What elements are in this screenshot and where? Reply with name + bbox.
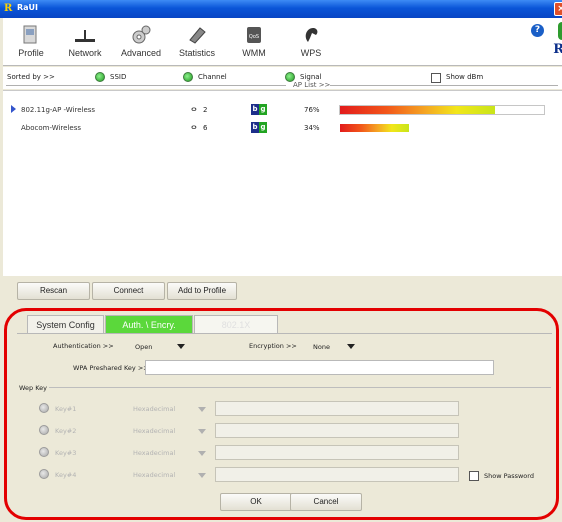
toolbar-advanced[interactable]: Advanced	[113, 24, 169, 58]
authentication-dropdown-icon[interactable]	[177, 344, 185, 349]
toolbar-wmm[interactable]: QoS WMM	[226, 24, 282, 58]
tab-auth-encry[interactable]: Auth. \ Encry.	[105, 315, 193, 333]
window-title: RaUI	[17, 3, 39, 12]
key4-radio[interactable]	[39, 469, 49, 479]
ok-button[interactable]: OK	[220, 493, 292, 511]
profile-config-area: System Config Auth. \ Encry. 802.1X Auth…	[3, 301, 562, 522]
toolbar: Profile Network Advanced Statistics QoS …	[3, 18, 562, 66]
key1-format-dropdown-icon[interactable]	[198, 407, 206, 412]
mode-g-badge: g	[259, 104, 267, 115]
mode-g-badge: g	[259, 122, 267, 133]
sort-ssid-label: SSID	[110, 73, 127, 81]
sort-channel-radio[interactable]	[183, 72, 193, 82]
sorted-by-label: Sorted by >>	[7, 73, 55, 81]
key4-format-dropdown-icon[interactable]	[198, 473, 206, 478]
toolbar-statistics[interactable]: Statistics	[169, 24, 225, 58]
wep-key-title: Wep Key	[19, 384, 48, 392]
key1-input[interactable]	[215, 401, 459, 416]
key3-radio[interactable]	[39, 447, 49, 457]
close-button[interactable]: ×	[554, 2, 562, 16]
key3-input[interactable]	[215, 445, 459, 460]
channel-icon: ⴰ	[191, 104, 197, 114]
rescan-button[interactable]: Rescan	[17, 282, 90, 300]
ralink-logo-mark	[558, 22, 562, 40]
key4-format-select[interactable]: Hexadecimal	[133, 471, 175, 479]
encryption-dropdown-icon[interactable]	[347, 344, 355, 349]
signal-bar-fill	[340, 106, 496, 114]
ap-list-divider-right	[330, 85, 558, 86]
wep-key-divider	[49, 387, 551, 388]
statistics-icon	[189, 27, 206, 44]
key2-input[interactable]	[215, 423, 459, 438]
raui-window: R RaUI × Profile Network Advanced Statis…	[0, 0, 562, 522]
profile-icon	[23, 25, 37, 44]
selected-arrow-icon	[11, 105, 16, 113]
key3-label: Key#3	[55, 449, 77, 457]
signal-bar	[339, 105, 545, 115]
wpa-psk-input[interactable]	[145, 360, 494, 375]
key4-label: Key#4	[55, 471, 77, 479]
encryption-select[interactable]: None	[313, 343, 330, 351]
app-logo-icon: R	[4, 3, 13, 14]
ap-list-item[interactable]: Abocom-Wireless ⴰ 6 b g 34%	[11, 121, 551, 135]
toolbar-wps[interactable]: WPS	[283, 24, 339, 58]
show-dbm-checkbox[interactable]	[431, 73, 441, 83]
advanced-icon	[132, 25, 151, 44]
authentication-select[interactable]: Open	[135, 343, 152, 351]
wps-icon	[305, 28, 318, 42]
key3-format-dropdown-icon[interactable]	[198, 451, 206, 456]
ap-list-title: AP List >>	[293, 81, 331, 89]
channel-icon: ⴰ	[191, 122, 197, 132]
wmm-icon: QoS	[247, 27, 261, 43]
toolbar-network[interactable]: Network	[57, 24, 113, 58]
network-icon	[75, 30, 95, 42]
ralink-logo: R	[553, 42, 562, 57]
help-icon[interactable]: ?	[531, 24, 544, 37]
title-bar: R RaUI ×	[0, 0, 562, 18]
key1-label: Key#1	[55, 405, 77, 413]
key2-radio[interactable]	[39, 425, 49, 435]
tab-system-config[interactable]: System Config	[27, 315, 104, 333]
ap-list-divider-left	[6, 85, 286, 86]
auth-encry-panel: Authentication >> Open Encryption >> Non…	[17, 333, 552, 515]
signal-bar-fill	[340, 124, 410, 132]
svg-text:QoS: QoS	[249, 34, 259, 40]
signal-bar	[339, 123, 545, 133]
cancel-button[interactable]: Cancel	[290, 493, 362, 511]
sort-ssid-radio[interactable]	[95, 72, 105, 82]
show-dbm-label: Show dBm	[446, 73, 484, 81]
ap-list-item[interactable]: 802.11g-AP -Wireless ⴰ 2 b g 76%	[11, 103, 551, 117]
key2-format-select[interactable]: Hexadecimal	[133, 427, 175, 435]
encryption-label: Encryption >>	[249, 342, 297, 350]
sort-signal-label: Signal	[300, 73, 322, 81]
authentication-label: Authentication >>	[53, 342, 114, 350]
mode-b-badge: b	[251, 122, 259, 133]
toolbar-profile[interactable]: Profile	[3, 24, 59, 58]
connect-button[interactable]: Connect	[92, 282, 165, 300]
show-password-label: Show Password	[484, 472, 534, 480]
ap-list: 802.11g-AP -Wireless ⴰ 2 b g 76% Abocom-…	[3, 90, 562, 276]
key3-format-select[interactable]: Hexadecimal	[133, 449, 175, 457]
sort-channel-label: Channel	[198, 73, 227, 81]
key1-format-select[interactable]: Hexadecimal	[133, 405, 175, 413]
mode-b-badge: b	[251, 104, 259, 115]
wpa-psk-label: WPA Preshared Key >>	[73, 364, 149, 372]
key1-radio[interactable]	[39, 403, 49, 413]
show-password-checkbox[interactable]	[469, 471, 479, 481]
add-to-profile-button[interactable]: Add to Profile	[167, 282, 237, 300]
tab-8021x[interactable]: 802.1X	[194, 315, 278, 333]
key2-format-dropdown-icon[interactable]	[198, 429, 206, 434]
key2-label: Key#2	[55, 427, 77, 435]
key4-input[interactable]	[215, 467, 459, 482]
ap-action-bar: Rescan Connect Add to Profile	[3, 277, 562, 301]
